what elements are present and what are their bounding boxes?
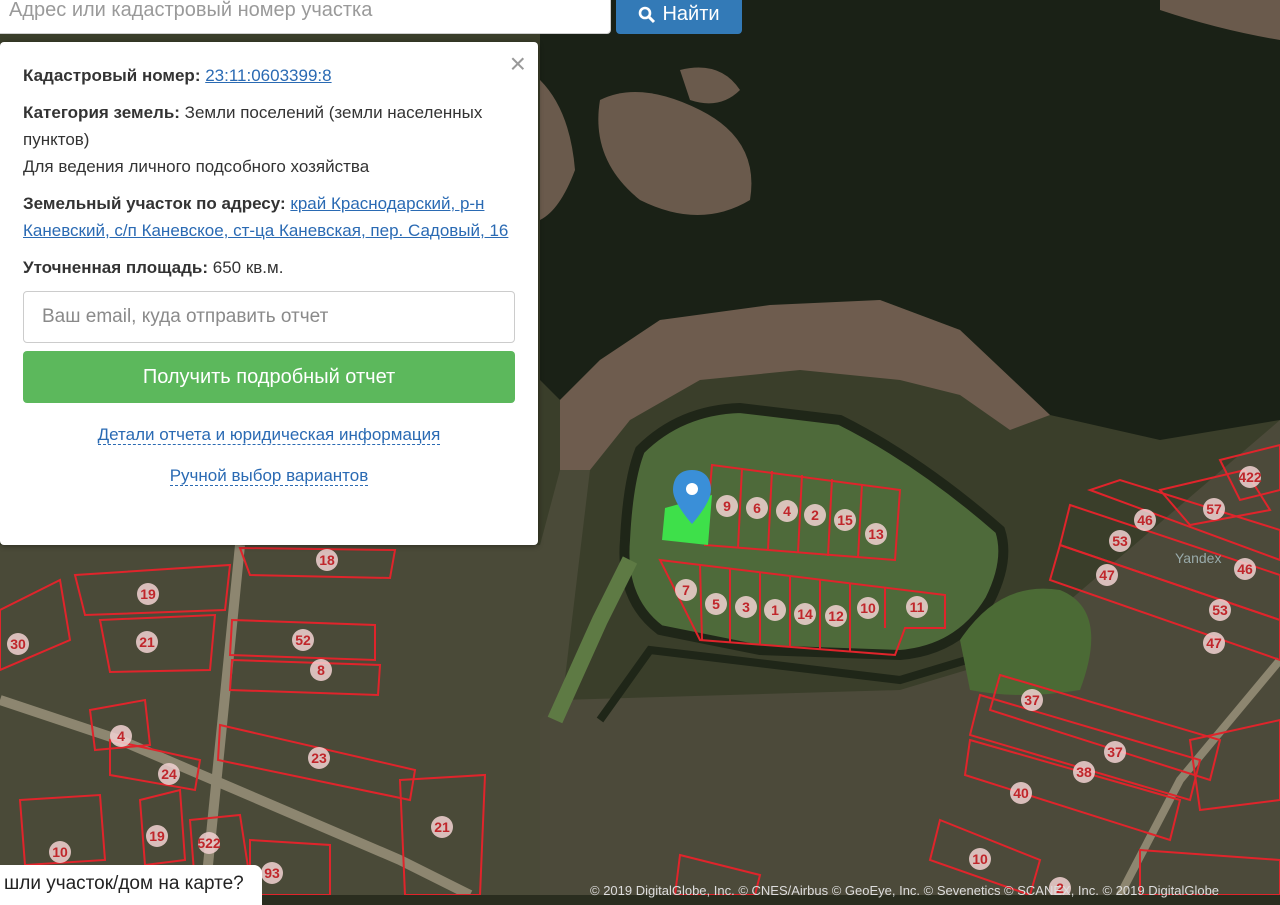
address-row: Земельный участок по адресу: край Красно… [23, 190, 515, 244]
help-bubble[interactable]: шли участок/дом на карте? [0, 865, 262, 905]
parcel-number: 11 [910, 599, 925, 615]
parcel-number: 40 [1013, 785, 1029, 801]
manual-link-row: Ручной выбор вариантов [23, 462, 515, 489]
parcel-number: 6 [753, 500, 761, 516]
parcel-number: 18 [319, 552, 335, 568]
area-row: Уточненная площадь: 650 кв.м. [23, 254, 515, 281]
map-watermark: Yandex [1175, 550, 1221, 566]
parcel-number: 23 [311, 750, 327, 766]
parcel-number: 53 [1112, 533, 1128, 549]
parcel-number: 5 [712, 596, 720, 612]
parcel-number: 422 [1238, 469, 1262, 485]
parcel-number: 38 [1076, 764, 1092, 780]
cadastral-number-row: Кадастровый номер: 23:11:0603399:8 [23, 62, 515, 89]
manual-selection-link[interactable]: Ручной выбор вариантов [169, 466, 369, 486]
details-link-row: Детали отчета и юридическая информация [23, 421, 515, 448]
parcel-number: 37 [1107, 744, 1123, 760]
parcel-number: 57 [1206, 501, 1222, 517]
report-details-link[interactable]: Детали отчета и юридическая информация [97, 425, 441, 445]
parcel-info-panel: × Кадастровый номер: 23:11:0603399:8 Кат… [0, 42, 538, 545]
cadastral-number-link[interactable]: 23:11:0603399:8 [205, 66, 331, 85]
parcel-number: 19 [149, 828, 165, 844]
parcel-number: 522 [197, 835, 221, 851]
parcel-number: 47 [1099, 567, 1115, 583]
parcel-number: 10 [972, 851, 988, 867]
search-button-label: Найти [662, 3, 720, 25]
parcel-number: 1 [771, 602, 779, 618]
parcel-number: 37 [1024, 692, 1040, 708]
search-icon [639, 6, 656, 23]
address-label: Земельный участок по адресу: [23, 194, 286, 213]
parcel-number: 47 [1206, 635, 1222, 651]
parcel-number: 14 [797, 606, 813, 622]
search-button[interactable]: Найти [616, 0, 742, 34]
email-field[interactable] [23, 291, 515, 343]
parcel-number: 46 [1237, 561, 1253, 577]
land-category-label: Категория земель: [23, 103, 180, 122]
get-report-button[interactable]: Получить подробный отчет [23, 351, 515, 403]
parcel-number: 10 [52, 844, 68, 860]
parcel-number: 30 [10, 636, 26, 652]
parcel-number: 9 [723, 498, 731, 514]
land-category-row: Категория земель: Земли поселений (земли… [23, 99, 515, 180]
parcel-number: 52 [295, 632, 311, 648]
map-copyright: © 2019 DigitalGlobe, Inc. © CNES/Airbus … [590, 883, 1220, 898]
parcel-number: 8 [317, 662, 325, 678]
parcel-number: 46 [1137, 512, 1153, 528]
cadastral-number-label: Кадастровый номер: [23, 66, 201, 85]
search-input[interactable] [0, 0, 611, 34]
parcel-number: 10 [860, 600, 876, 616]
parcel-number: 4 [117, 728, 125, 744]
parcel-number: 3 [742, 599, 750, 615]
parcel-number: 53 [1212, 602, 1228, 618]
parcel-number: 13 [868, 526, 884, 542]
area-value: 650 кв.м. [212, 258, 284, 277]
parcel-number: 12 [828, 608, 844, 624]
parcel-number: 21 [434, 819, 450, 835]
close-icon[interactable]: × [510, 50, 526, 78]
parcel-number: 19 [140, 586, 156, 602]
parcel-number: 4 [783, 503, 791, 519]
land-usage-value: Для ведения личного подсобного хозяйства [23, 157, 370, 176]
parcel-number: 21 [139, 634, 155, 650]
parcel-number: 2 [811, 507, 819, 523]
parcel-number: 24 [161, 766, 177, 782]
area-label: Уточненная площадь: [23, 258, 208, 277]
parcel-number: 15 [837, 512, 853, 528]
parcel-number: 7 [682, 582, 690, 598]
parcel-number: 93 [264, 865, 280, 881]
